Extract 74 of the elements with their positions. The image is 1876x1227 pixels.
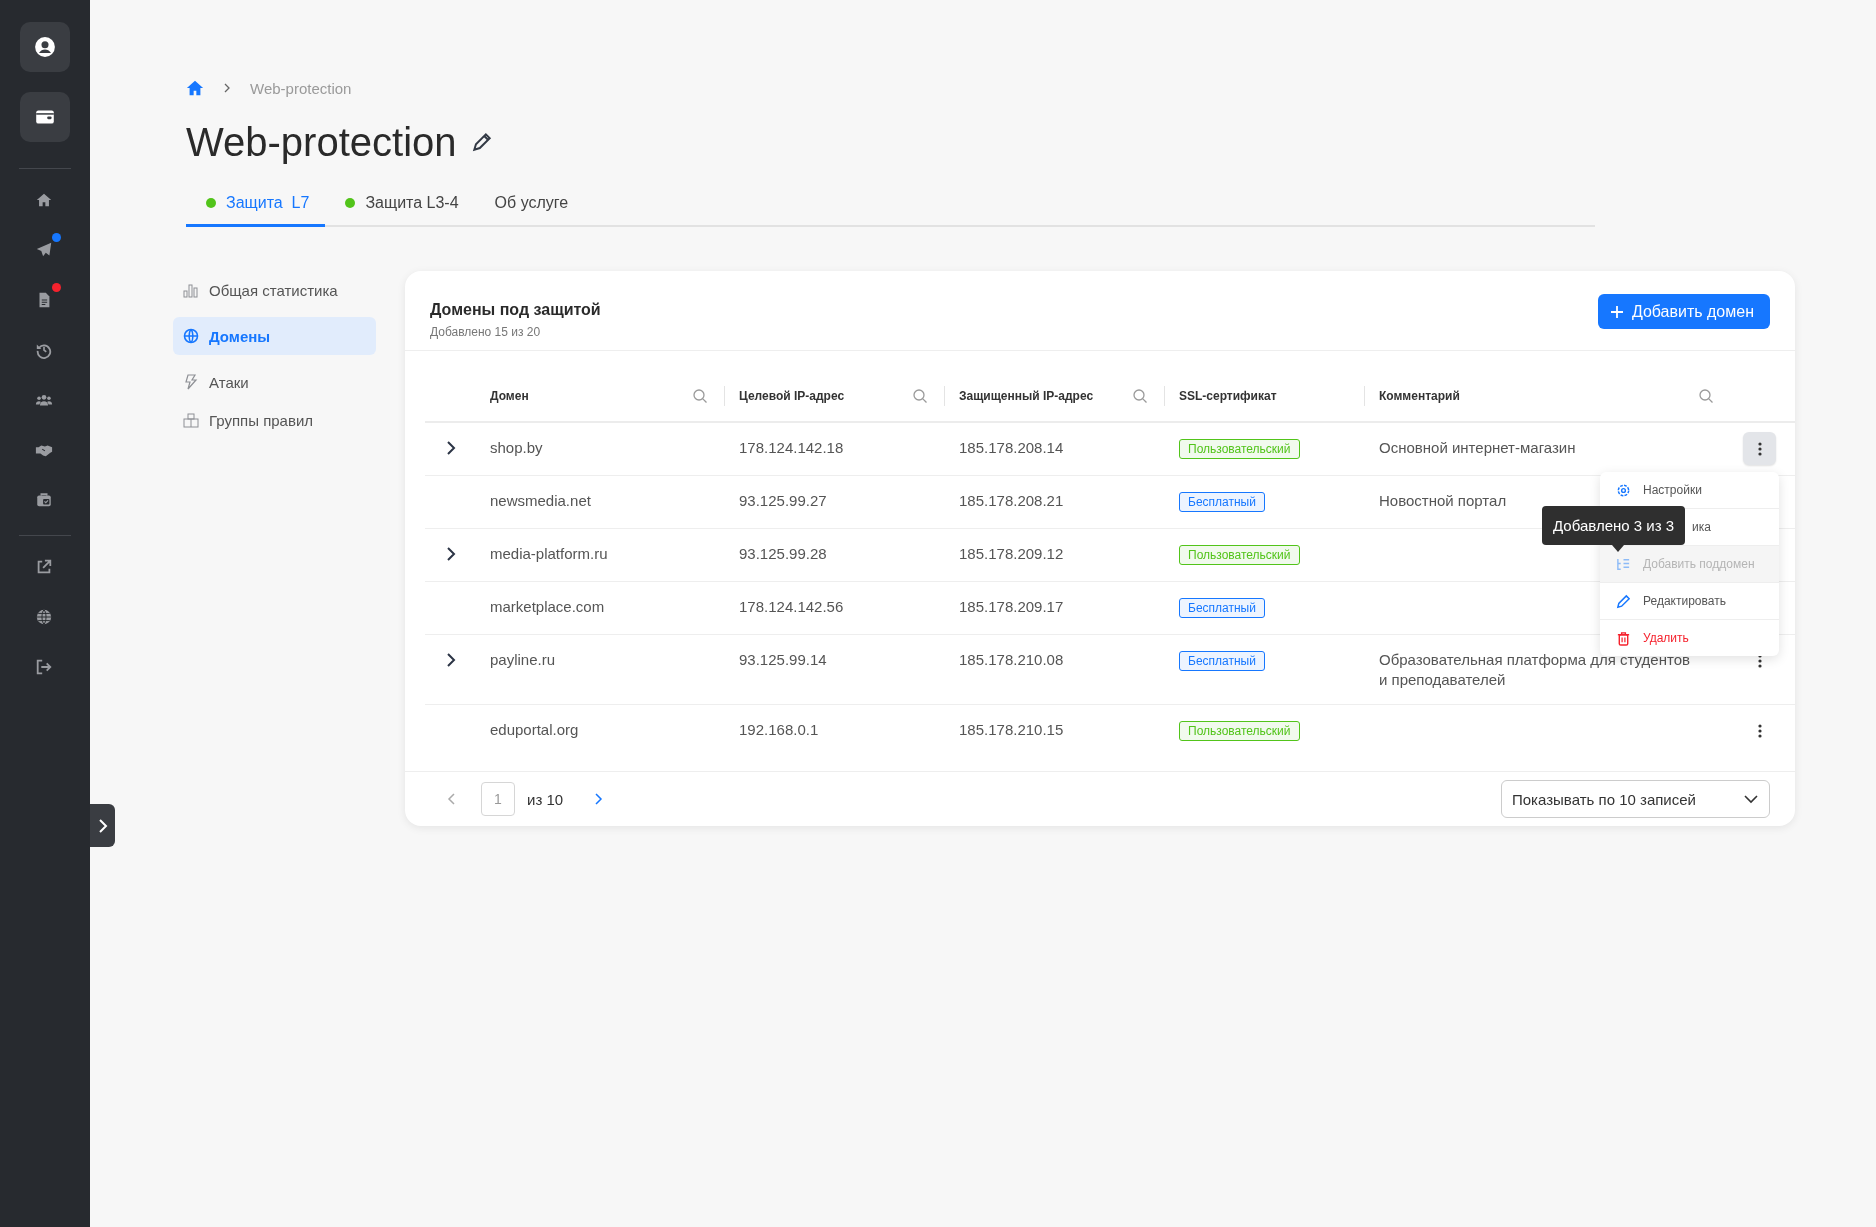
side-nav-item[interactable]: Атаки [173,363,376,401]
domain-cell: marketplace.com [490,598,605,615]
card-subtitle: Добавлено 15 из 20 [430,324,542,339]
search-icon[interactable] [1698,388,1714,404]
search-icon[interactable] [1132,388,1148,404]
ssl-tag: Бесплатный [1179,492,1265,512]
search-icon[interactable] [692,388,708,404]
ip-cell: 185.178.209.17 [959,598,1064,615]
column-header: Домен [490,389,529,403]
column-header: Комментарий [1379,389,1460,403]
globe-icon [183,328,199,344]
expand-sidebar-button[interactable] [90,804,115,847]
page-size-select[interactable]: Показывать по 10 записей [1501,780,1770,818]
ip-cell: 192.168.0.1 [739,721,819,738]
page-title: Web-protection [186,119,457,166]
paper-plane-icon[interactable] [35,241,53,259]
comment-cell: Основной интернет-магазин [1379,439,1576,456]
boxes-icon [183,412,199,428]
external-link-icon[interactable] [35,558,53,576]
ssl-tag: Пользовательский [1179,721,1300,741]
tab[interactable]: Об услуге [474,188,585,227]
ip-cell: 93.125.99.14 [739,651,827,668]
wallet-button[interactable] [20,92,70,142]
ip-cell: 185.178.208.14 [959,439,1064,456]
domain-cell: newsmedia.net [490,492,591,509]
domain-cell: shop.by [490,439,543,456]
search-icon[interactable] [912,388,928,404]
breadcrumb-current: Web-protection [250,79,352,97]
domain-cell: media-platform.ru [490,545,608,562]
ip-cell: 185.178.208.21 [959,492,1064,509]
ip-cell: 93.125.99.27 [739,492,827,509]
domain-cell: eduportal.org [490,721,579,738]
ip-cell: 185.178.210.15 [959,721,1064,738]
briefcase-icon[interactable] [35,491,53,509]
gear-icon [1616,482,1631,498]
tab[interactable]: Защита L7 [186,188,326,227]
pencil-icon[interactable] [470,131,493,153]
domain-cell: payline.ru [490,651,556,668]
ssl-tag: Бесплатный [1179,598,1265,618]
menu-item[interactable]: Редактировать [1600,583,1779,620]
ip-cell: 178.124.142.18 [739,439,844,456]
ip-cell: 185.178.209.12 [959,545,1064,562]
lightning-icon [183,374,199,390]
profile-button[interactable] [20,22,70,72]
column-header: Целевой IP-адрес [739,389,845,403]
tooltip-arrow [1612,545,1624,552]
home-icon[interactable] [35,191,53,209]
ssl-tag: Пользовательский [1179,439,1300,459]
column-header: SSL-сертификат [1179,389,1277,403]
trash-icon [1616,630,1631,646]
add-domain-button[interactable]: Добавить домен [1597,294,1770,329]
ip-cell: 185.178.210.08 [959,651,1064,668]
user-icon [34,36,56,58]
chevron-right-icon [222,83,232,93]
chevron-right-icon [96,818,109,833]
ssl-tag: Пользовательский [1179,545,1300,565]
ssl-tag: Бесплатный [1179,651,1265,671]
column-header: Защищенный IP-адрес [959,389,1094,403]
tooltip: Добавлено 3 из 3 [1542,506,1686,545]
pencil-icon [1616,593,1631,609]
logout-icon[interactable] [35,658,53,676]
ip-cell: 93.125.99.28 [739,545,827,562]
side-nav-item[interactable]: Общая статистика [173,271,376,309]
globe-icon[interactable] [35,608,53,626]
tab[interactable]: Защита L3-4 [325,188,475,227]
card-title: Домены под защитой [430,300,601,319]
home-icon[interactable] [186,79,204,97]
tree-list-icon [1616,556,1631,572]
ip-cell: 178.124.142.56 [739,598,844,615]
bar-chart-icon [183,282,199,298]
page-count: из 10 [527,790,564,808]
side-nav-item[interactable]: Группы правил [173,401,376,439]
plus-icon [1609,304,1624,319]
comment-cell: Новостной портал [1379,492,1507,509]
